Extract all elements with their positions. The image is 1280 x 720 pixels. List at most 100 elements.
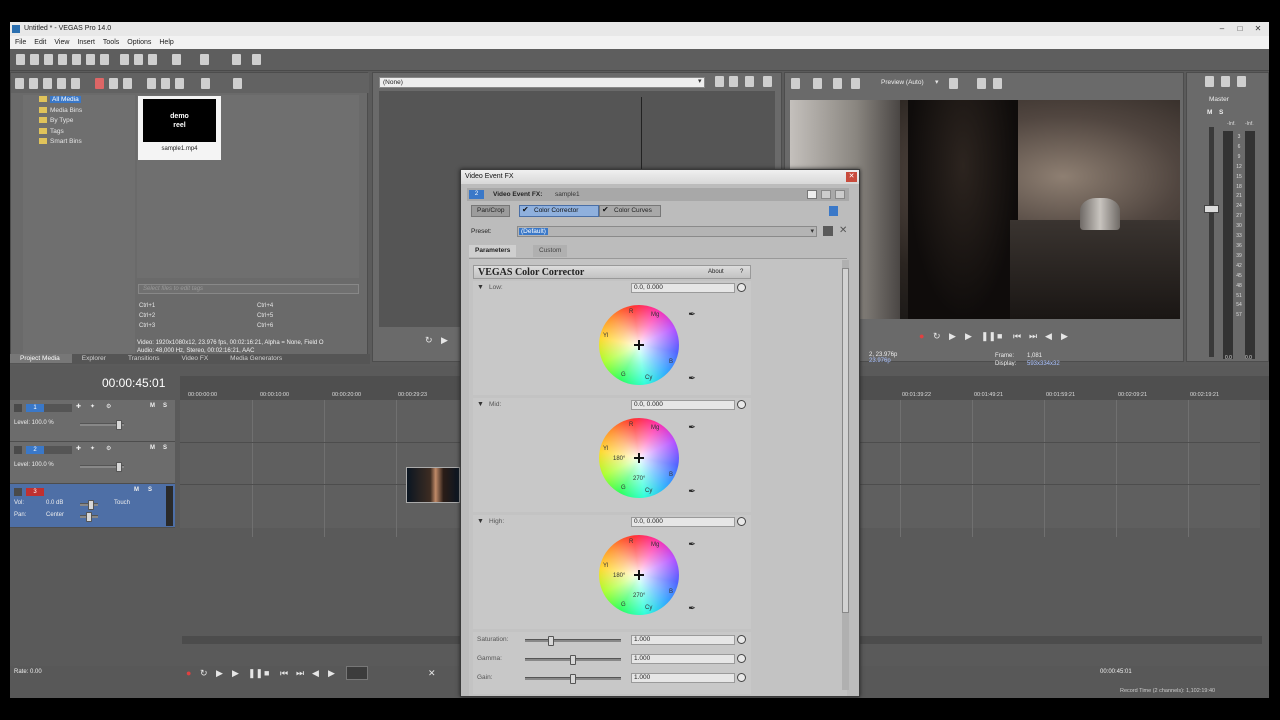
- loop-icon[interactable]: ↻: [933, 331, 941, 342]
- track-solo-button[interactable]: S: [148, 487, 152, 493]
- master-mute-icon[interactable]: [1237, 76, 1246, 87]
- undo-icon[interactable]: [172, 54, 181, 65]
- tab-project-media[interactable]: Project Media: [10, 354, 72, 363]
- search-icon[interactable]: [233, 78, 242, 89]
- slider-knob[interactable]: [570, 674, 576, 684]
- loop-icon[interactable]: ↻: [425, 335, 433, 346]
- eyedropper-icon[interactable]: ✒: [687, 309, 697, 319]
- automation-mode[interactable]: Touch: [114, 500, 130, 506]
- trimmer-undock-icon[interactable]: [763, 76, 772, 87]
- track-fx-icon[interactable]: ✦: [90, 445, 95, 452]
- record-icon[interactable]: ●: [919, 331, 924, 341]
- track-mute-button[interactable]: M: [134, 487, 139, 493]
- eyedropper-icon[interactable]: ✒: [687, 486, 697, 496]
- slider-value-field[interactable]: 1.000: [631, 673, 735, 683]
- help-icon[interactable]: [252, 54, 261, 65]
- track-fx-icon[interactable]: ✦: [90, 403, 95, 410]
- master-fader[interactable]: [1204, 205, 1219, 213]
- prev-frame-icon[interactable]: ◀: [1045, 331, 1052, 342]
- auto-preview-icon[interactable]: [175, 78, 184, 89]
- animate-clock-icon[interactable]: [737, 635, 746, 644]
- tree-item-smart-bins[interactable]: Smart Bins: [23, 137, 135, 148]
- copy-icon[interactable]: [134, 54, 143, 65]
- views-icon[interactable]: [201, 78, 210, 89]
- fx-scrollbar[interactable]: [842, 260, 849, 690]
- play-icon[interactable]: ▶: [232, 668, 239, 679]
- track-mute-button[interactable]: M: [150, 403, 155, 409]
- master-properties-icon[interactable]: [1205, 76, 1214, 87]
- play-from-start-icon[interactable]: ▶: [216, 668, 223, 679]
- fx-title-bar[interactable]: Video Event FX ✕: [461, 170, 859, 184]
- animate-clock-icon[interactable]: [737, 654, 746, 663]
- normal-edit-tool-icon[interactable]: [346, 666, 368, 680]
- redo-icon[interactable]: [200, 54, 209, 65]
- pause-icon[interactable]: ❚❚: [248, 668, 263, 679]
- plugin-chain-icon[interactable]: [829, 206, 838, 216]
- trimmer-options-icon[interactable]: [715, 76, 724, 87]
- pause-icon[interactable]: ❚❚: [981, 331, 996, 342]
- low-value-field[interactable]: 0.0, 0.000: [631, 283, 735, 293]
- slider-knob[interactable]: [547, 636, 554, 646]
- about-button[interactable]: About: [708, 269, 724, 275]
- tab-custom[interactable]: Custom: [533, 245, 568, 257]
- tree-item-all-media[interactable]: All Media: [23, 95, 135, 106]
- checkmark-icon[interactable]: ✔: [602, 205, 609, 214]
- stop-icon[interactable]: ■: [997, 331, 1002, 341]
- overlays-icon[interactable]: [949, 78, 958, 89]
- go-to-end-icon[interactable]: ⏭: [1029, 331, 1037, 342]
- master-solo-button[interactable]: S: [1219, 109, 1223, 116]
- color-wheel-mid[interactable]: R Mg B Cy G Yl 180° 270°: [599, 418, 679, 498]
- tag-search-input[interactable]: Select files to edit tags: [138, 284, 359, 294]
- track-level-slider[interactable]: [116, 462, 122, 472]
- import-media-icon[interactable]: [86, 54, 95, 65]
- master-fx-icon[interactable]: [1221, 76, 1230, 87]
- fx-chain-color-corrector[interactable]: Color Corrector: [519, 205, 599, 217]
- tree-item-media-bins[interactable]: Media Bins: [23, 106, 135, 117]
- preset-dropdown[interactable]: (Default) ▾: [517, 226, 817, 237]
- preview-properties-icon[interactable]: [791, 78, 800, 89]
- trimmer-close-icon[interactable]: [745, 76, 754, 87]
- paste-icon[interactable]: [148, 54, 157, 65]
- animate-clock-icon[interactable]: [737, 673, 746, 682]
- high-value-field[interactable]: 0.0, 0.000: [631, 517, 735, 527]
- stop-icon[interactable]: [161, 78, 170, 89]
- tab-video-fx[interactable]: Video FX: [172, 354, 221, 363]
- media-properties-icon[interactable]: [123, 78, 132, 89]
- delete-preset-icon[interactable]: ✕: [839, 225, 847, 236]
- tree-item-by-type[interactable]: By Type: [23, 116, 135, 127]
- checkmark-icon[interactable]: ✔: [522, 205, 529, 214]
- delete-icon[interactable]: ✕: [428, 668, 436, 679]
- compositing-mode-icon[interactable]: ⚙: [106, 445, 111, 452]
- chevron-down-icon[interactable]: ▼: [477, 284, 484, 291]
- enable-snapping-icon[interactable]: [232, 54, 241, 65]
- close-icon[interactable]: ✕: [846, 172, 857, 182]
- go-to-start-icon[interactable]: ⏮: [280, 668, 288, 679]
- fx-chain-pan-crop[interactable]: Pan/Crop: [471, 205, 511, 217]
- slider-value-field[interactable]: 1.000: [631, 654, 735, 664]
- preview-quality-dropdown[interactable]: Preview (Auto): [881, 79, 924, 86]
- prev-frame-icon[interactable]: ◀: [312, 668, 319, 679]
- track-header-1[interactable]: 1 M S ✚ ✦ ⚙ Level: 100.0 %: [10, 400, 175, 442]
- slider-knob[interactable]: [570, 655, 576, 665]
- save-icon[interactable]: [44, 54, 53, 65]
- tab-parameters[interactable]: Parameters: [469, 245, 517, 257]
- media-thumbnail-sample1[interactable]: demo reel sample1.mp4: [138, 96, 221, 160]
- save-as-icon[interactable]: [58, 54, 67, 65]
- loop-icon[interactable]: ↻: [200, 668, 208, 679]
- render-as-icon[interactable]: [72, 54, 81, 65]
- slider-value-field[interactable]: 1.000: [631, 635, 735, 645]
- next-frame-icon[interactable]: ▶: [328, 668, 335, 679]
- trimmer-dropdown[interactable]: (None): [379, 77, 705, 88]
- save-snapshot-icon[interactable]: [993, 78, 1002, 89]
- cut-icon[interactable]: [120, 54, 129, 65]
- stop-icon[interactable]: ■: [264, 668, 269, 678]
- capture-icon[interactable]: [43, 78, 52, 89]
- menu-help[interactable]: Help: [159, 39, 173, 46]
- color-wheel-handle[interactable]: [634, 570, 644, 580]
- close-icon[interactable]: ✕: [1251, 22, 1265, 36]
- menu-insert[interactable]: Insert: [77, 39, 95, 46]
- menu-options[interactable]: Options: [127, 39, 151, 46]
- animate-clock-icon[interactable]: [737, 400, 746, 409]
- import-icon[interactable]: [29, 78, 38, 89]
- play-icon[interactable]: [147, 78, 156, 89]
